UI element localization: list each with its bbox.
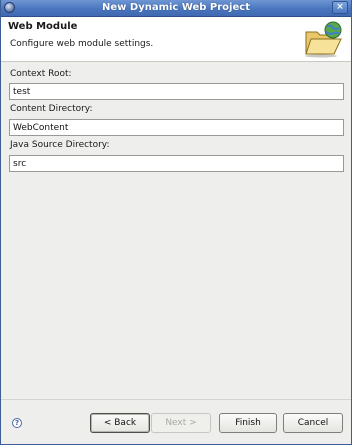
context-root-label: Context Root: <box>10 69 72 79</box>
java-source-directory-label: Java Source Directory: <box>10 140 110 150</box>
folder-globe-icon <box>305 21 342 58</box>
close-button[interactable]: × <box>332 1 348 14</box>
new-dynamic-web-project-dialog: New Dynamic Web Project × Web Module Con… <box>0 0 352 445</box>
next-button[interactable]: Next > <box>151 413 211 433</box>
button-bar-separator <box>1 399 351 400</box>
title-bar[interactable]: New Dynamic Web Project × <box>1 0 351 17</box>
content-directory-label: Content Directory: <box>10 104 93 114</box>
cancel-button[interactable]: Cancel <box>283 413 343 433</box>
finish-button[interactable]: Finish <box>219 413 277 433</box>
page-description: Configure web module settings. <box>10 39 154 49</box>
java-source-directory-field[interactable] <box>9 155 344 172</box>
wizard-header: Web Module Configure web module settings… <box>1 17 351 62</box>
window-title: New Dynamic Web Project <box>102 2 250 13</box>
back-button[interactable]: < Back <box>90 413 150 433</box>
context-root-field[interactable] <box>9 83 344 100</box>
content-directory-field[interactable] <box>9 119 344 136</box>
help-icon[interactable]: ? <box>12 418 22 428</box>
page-title: Web Module <box>8 21 78 32</box>
